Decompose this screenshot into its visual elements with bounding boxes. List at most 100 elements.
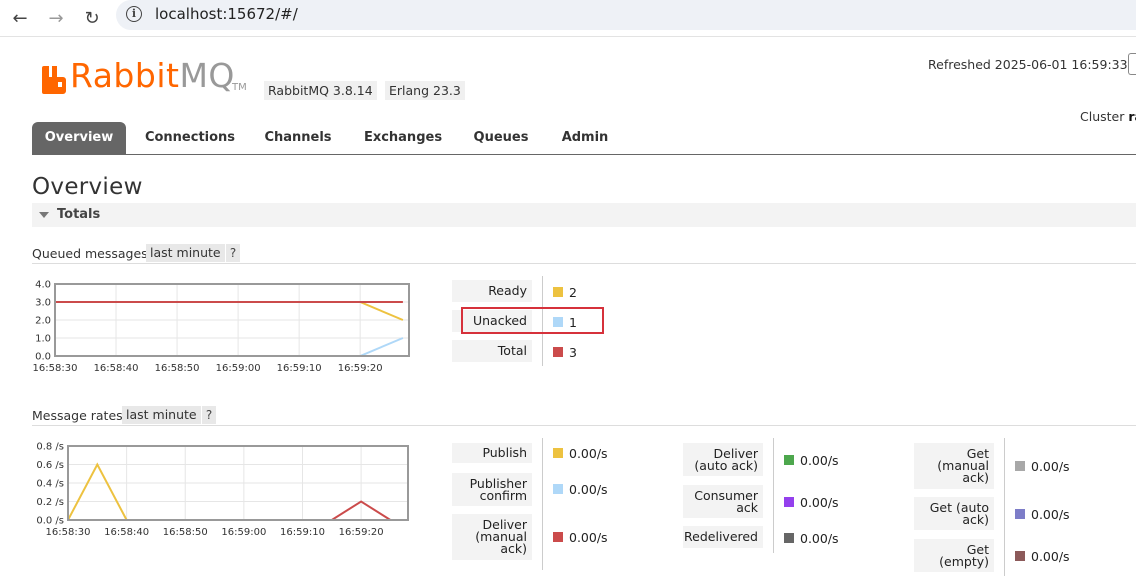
publish-rate-value: 0.00/s	[569, 445, 608, 461]
legend-swatch	[553, 448, 563, 458]
back-icon[interactable]: ←	[8, 6, 32, 30]
legend-swatch	[1015, 461, 1025, 471]
divider	[32, 425, 1136, 426]
get-auto-ack-rate: 0.00/s	[1015, 506, 1070, 522]
legend-swatch	[784, 455, 794, 465]
legend-swatch	[1015, 551, 1025, 561]
queued-chart-x-tick: 16:59:10	[277, 363, 322, 374]
queued-messages-label: Queued messages	[32, 246, 148, 261]
queued-chart-series-line-0	[55, 301, 404, 321]
tab-admin[interactable]: Admin	[552, 122, 618, 154]
consumer-ack-label: Consumer ack	[683, 485, 763, 518]
queued-chart-x-tick: 16:58:50	[155, 363, 200, 374]
tab-overview[interactable]: Overview	[32, 122, 126, 154]
info-icon[interactable]: i	[126, 6, 142, 22]
ready-count: 2	[569, 284, 577, 300]
legend-swatch	[553, 347, 563, 357]
logo-rabbit: Rabbit	[70, 56, 180, 95]
publisher-confirm-rate: 0.00/s	[553, 481, 608, 497]
get-manual-ack-rate-value: 0.00/s	[1031, 458, 1070, 474]
rates-chart-x-tick: 16:58:50	[163, 527, 208, 538]
queued-chart-y-tick: 4.0	[35, 280, 51, 291]
get-manual-ack-rate: 0.00/s	[1015, 458, 1070, 474]
rates-chart-x-tick: 16:59:10	[280, 527, 325, 538]
queued-chart-y-tick: 0.0	[35, 352, 51, 363]
main-tabs: Overview Connections Channels Exchanges …	[32, 122, 1136, 155]
version-rabbitmq: RabbitMQ 3.8.14	[264, 81, 377, 100]
rates-chart-series-line-1	[68, 500, 391, 521]
queued-chart-y-tick: 2.0	[35, 316, 51, 327]
ready-label: Ready	[452, 280, 532, 302]
queued-chart-x-tick: 16:59:20	[338, 363, 383, 374]
rates-chart-y-tick: 0.6 /s	[36, 460, 64, 471]
rates-chart-series-line-0	[67, 462, 391, 521]
message-rates-label: Message rates	[32, 408, 123, 423]
tab-connections[interactable]: Connections	[136, 122, 244, 154]
deliver-auto-ack-rate-value: 0.00/s	[800, 452, 839, 468]
deliver-manual-ack-rate: 0.00/s	[553, 529, 608, 545]
redelivered-rate-value: 0.00/s	[800, 530, 839, 546]
divider	[542, 438, 543, 570]
divider	[1004, 438, 1005, 576]
get-auto-ack-rate-value: 0.00/s	[1031, 506, 1070, 522]
queued-chart-y-tick: 1.0	[35, 334, 51, 345]
tab-channels[interactable]: Channels	[256, 122, 340, 154]
rates-help-button[interactable]: ?	[202, 406, 216, 424]
queued-chart-x-tick: 16:59:00	[216, 363, 261, 374]
total-value: 3	[553, 344, 577, 360]
queued-messages-chart: 0.0 1.0 2.0 3.0 4.0 16:58:30 16:58:40 16:58:50 1…	[33, 280, 410, 374]
totals-section-toggle[interactable]: Totals	[32, 203, 1136, 227]
address-bar[interactable]: i localhost:15672/#/	[116, 0, 1136, 30]
get-auto-ack-label: Get (auto ack)	[914, 497, 994, 530]
rates-chart-x-tick: 16:59:20	[339, 527, 384, 538]
url-text[interactable]: localhost:15672/#/	[155, 5, 298, 23]
legend-swatch	[553, 532, 563, 542]
rates-chart-x-tick: 16:58:40	[104, 527, 149, 538]
rates-chart-x-tick: 16:59:00	[221, 527, 266, 538]
rates-range-selector[interactable]: last minute	[122, 406, 201, 424]
legend-swatch	[553, 287, 563, 297]
browser-toolbar: ← → ↻ i localhost:15672/#/	[0, 0, 1136, 37]
legend-swatch	[553, 484, 563, 494]
tab-exchanges[interactable]: Exchanges	[354, 122, 452, 154]
rabbit-logo-icon	[42, 66, 66, 94]
queued-help-button[interactable]: ?	[226, 244, 240, 262]
ready-value: 2	[553, 284, 577, 300]
tab-queues[interactable]: Queues	[466, 122, 536, 154]
triangle-down-icon	[39, 212, 49, 218]
publish-rate: 0.00/s	[553, 445, 608, 461]
rates-chart-y-tick: 0.8 /s	[36, 442, 64, 453]
get-manual-ack-label: Get (manual ack)	[914, 443, 994, 489]
reload-icon[interactable]: ↻	[80, 6, 104, 30]
legend-swatch	[784, 533, 794, 543]
forward-icon[interactable]: →	[44, 6, 68, 30]
totals-label: Totals	[57, 207, 101, 222]
legend-swatch	[784, 497, 794, 507]
rates-chart-x-tick: 16:58:30	[46, 527, 91, 538]
highlight-box	[461, 307, 604, 334]
logo-tm: TM	[232, 82, 247, 93]
get-empty-label: Get (empty)	[914, 539, 994, 572]
total-count: 3	[569, 344, 577, 360]
divider	[32, 263, 1136, 264]
rates-chart-y-tick: 0.2 /s	[36, 497, 64, 508]
rates-chart-y-tick: 0.0 /s	[36, 516, 64, 527]
refreshed-timestamp: Refreshed 2025-06-01 16:59:33	[928, 57, 1128, 72]
legend-swatch	[1015, 509, 1025, 519]
refresh-interval-select[interactable]	[1128, 53, 1136, 75]
page-title: Overview	[32, 174, 143, 200]
redelivered-rate: 0.00/s	[784, 530, 839, 546]
get-empty-rate: 0.00/s	[1015, 548, 1070, 564]
publish-label: Publish	[452, 443, 532, 463]
publisher-confirm-label: Publisher confirm	[452, 473, 532, 506]
queued-range-selector[interactable]: last minute	[146, 244, 225, 262]
deliver-manual-ack-rate-value: 0.00/s	[569, 529, 608, 545]
queued-chart-series-line-1	[55, 337, 404, 357]
queued-chart-y-tick: 3.0	[35, 298, 51, 309]
get-empty-rate-value: 0.00/s	[1031, 548, 1070, 564]
deliver-auto-ack-label: Deliver (auto ack)	[683, 443, 763, 476]
logo-mq: MQ	[179, 56, 235, 95]
publisher-confirm-rate-value: 0.00/s	[569, 481, 608, 497]
divider	[773, 438, 774, 553]
rates-chart-y-tick: 0.4 /s	[36, 479, 64, 490]
